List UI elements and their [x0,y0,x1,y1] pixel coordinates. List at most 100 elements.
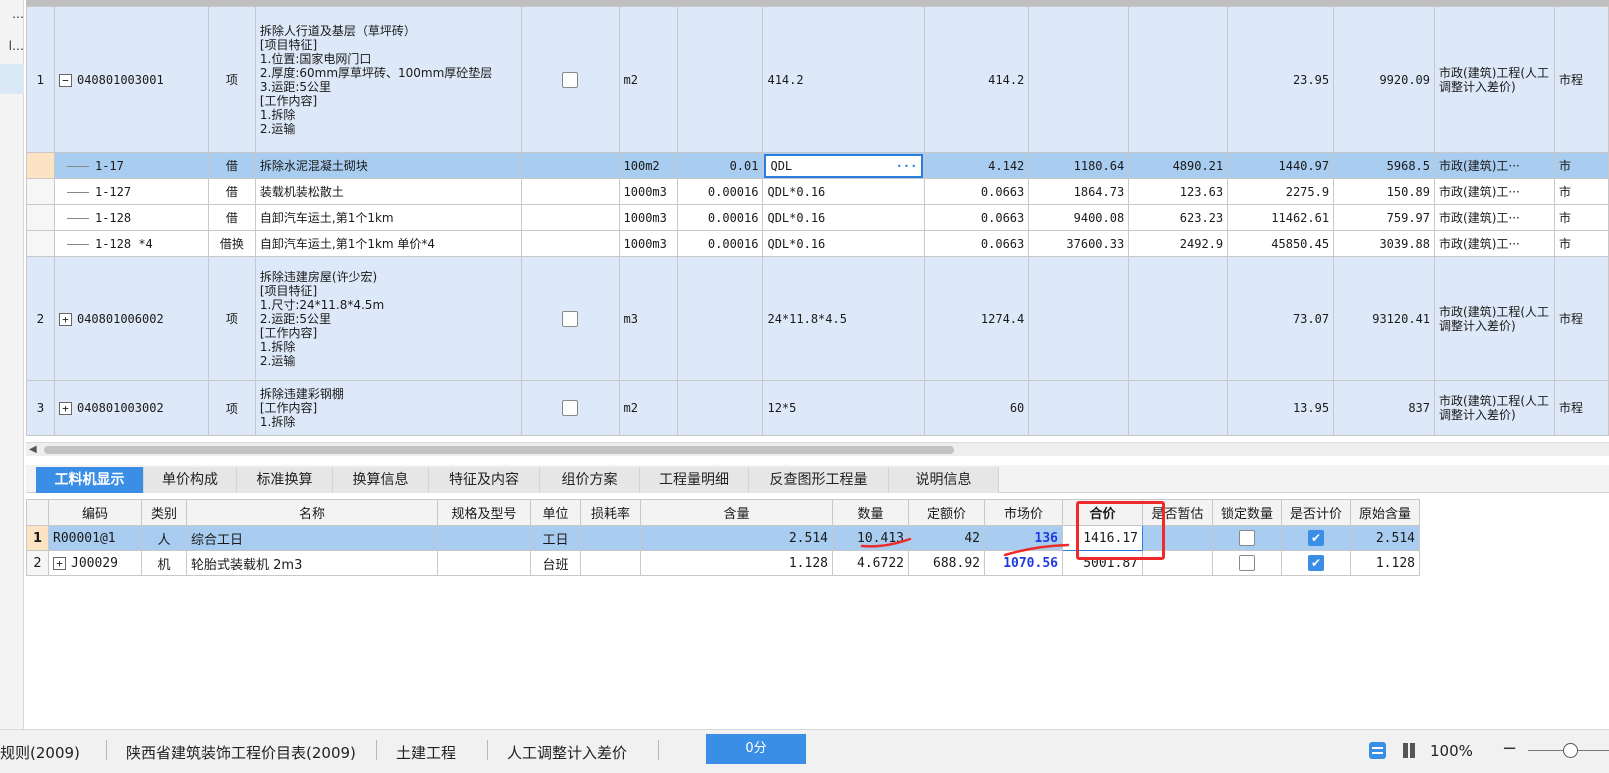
bill-code[interactable]: 1-17 [53,152,209,179]
zoom-slider-knob[interactable] [1563,743,1578,758]
formula-text[interactable]: QDL [770,159,792,173]
resource-category[interactable]: 机 [141,550,187,576]
item-type[interactable]: 项 [207,6,256,153]
row-checkbox[interactable] [562,400,579,416]
table-row[interactable]: 1 R00001@1 人 综合工日 工日 2.514 10.413 42 136… [26,525,1420,551]
combined-price[interactable]: 73.07 [1227,256,1335,381]
item-type[interactable]: 借 [207,152,256,179]
bill-item-row[interactable]: 1−040801003001 项拆除人行道及基层（草坪砖） [项目特征] 1.位置… [26,6,1609,153]
total-price[interactable]: 5968.5 [1333,152,1436,179]
item-unit[interactable]: 100m2 [618,152,678,179]
bill-code[interactable]: 1-127 [53,178,209,205]
resource-total-price[interactable]: 5001.87 [1062,550,1143,576]
column-header[interactable]: 单位 [530,499,581,526]
resource-base-price[interactable]: 688.92 [908,550,985,576]
list-view-icon[interactable] [1369,742,1386,759]
tab-reverse-graphic-quantity[interactable]: 反查图形工程量 [749,467,889,493]
resource-quantity[interactable]: 4.6722 [832,550,909,576]
priced-cell[interactable]: ✔ [1281,525,1351,551]
scrollbar-thumb[interactable] [44,446,954,454]
resource-content[interactable]: 1.128 [640,550,833,576]
labor-cost[interactable]: 4890.21 [1128,152,1229,179]
tab-conversion-info[interactable]: 换算信息 [333,467,429,493]
quantity-formula[interactable]: 414.2 [762,6,926,153]
item-quantity[interactable]: 1274.4 [924,256,1030,381]
combined-price[interactable]: 1440.97 [1227,152,1335,179]
quota-sub-row[interactable]: 1-17 借拆除水泥混凝土砌块 100m2 0.01 QDL ··· 4.142 1180.6… [26,152,1609,179]
item-quantity[interactable]: 0.0663 [924,204,1030,231]
score-progress-button[interactable]: 0分 [706,734,806,764]
item-unit[interactable]: 1000m3 [618,230,678,257]
column-header[interactable]: 名称 [186,499,438,526]
check-icon[interactable]: ✔ [1308,555,1324,571]
resource-code[interactable]: R00001@1 [48,525,142,551]
resource-total-price[interactable]: 1416.17 [1062,525,1143,551]
checkbox-cell[interactable] [520,152,620,179]
item-quantity[interactable]: 0.0663 [924,230,1030,257]
tab-standard-conversion[interactable]: 标准换算 [237,467,333,493]
unit-price[interactable]: 1864.73 [1028,178,1130,205]
labor-cost[interactable] [1128,256,1229,381]
labor-cost[interactable] [1128,380,1229,436]
unit-price[interactable] [1028,256,1130,381]
unit-price[interactable] [1028,380,1130,436]
status-labor-adjustment[interactable]: 人工调整计入差价 [507,742,627,763]
combined-price[interactable]: 23.95 [1227,6,1335,153]
resource-provisional[interactable] [1142,525,1213,551]
unit-price[interactable] [1028,6,1130,153]
check-icon[interactable]: ✔ [1308,530,1324,546]
item-name[interactable]: 拆除人行道及基层（草坪砖） [项目特征] 1.位置:国家电网门口 2.厚度:60… [254,6,522,153]
checkbox-cell[interactable] [520,6,620,153]
column-header-total[interactable]: 合价 [1062,499,1143,526]
bill-item-row[interactable]: 3 +040801003002 项拆除违建彩钢棚 [工作内容] 1.拆除 m2 12*5… [26,380,1609,436]
column-header[interactable]: 类别 [141,499,187,526]
labor-cost[interactable]: 123.63 [1128,178,1229,205]
left-panel-item[interactable]: … [0,0,24,28]
unit-price[interactable]: 37600.33 [1028,230,1130,257]
checkbox-cell[interactable] [520,380,620,436]
tab-labor-material-machine[interactable]: 工料机显示 [36,467,144,493]
bill-code[interactable]: 1-128 [53,204,209,231]
tab-description-info[interactable]: 说明信息 [889,467,999,493]
fee-category[interactable]: 市政(建筑)工程(人工调整计入差价) [1434,256,1555,381]
unit-price[interactable]: 9400.08 [1028,204,1130,231]
column-header[interactable]: 编码 [48,499,142,526]
item-type[interactable]: 借 [207,178,256,205]
quantity-coefficient[interactable]: 0.01 [676,152,764,179]
column-header[interactable]: 锁定数量 [1212,499,1282,526]
lock-quantity-cell[interactable] [1212,525,1282,551]
formula-editor[interactable]: QDL ··· [764,153,924,178]
bill-item-row[interactable]: 2 +040801006002 项拆除违建房屋(许少宏) [项目特征] 1.尺寸:2… [26,256,1609,381]
resource-unit[interactable]: 台班 [530,550,581,576]
bill-code[interactable]: 1-128 *4 [53,230,209,257]
item-name[interactable]: 拆除水泥混凝土砌块 [254,152,522,179]
resource-market-price[interactable]: 136 [984,525,1063,551]
quota-sub-row[interactable]: 1-128 *4 借换 自卸汽车运土,第1个1km 单价*4 1000m3 0.0001… [26,230,1609,257]
column-header[interactable]: 含量 [640,499,833,526]
column-header[interactable]: 定额价 [908,499,985,526]
checkbox-cell[interactable] [520,230,620,257]
quantity-formula[interactable]: QDL ··· [762,152,926,179]
lock-quantity-cell[interactable] [1212,550,1282,576]
plus-box-icon[interactable]: + [58,402,72,415]
item-unit[interactable]: m2 [618,380,678,436]
item-unit[interactable]: m2 [618,6,678,153]
column-view-icon[interactable] [1402,742,1417,759]
resource-name[interactable]: 综合工日 [186,525,438,551]
total-price[interactable]: 759.97 [1333,204,1436,231]
scroll-left-arrow-icon[interactable]: ◀ [29,444,37,455]
unit-price[interactable]: 1180.64 [1028,152,1130,179]
quota-sub-row[interactable]: 1-128 借自卸汽车运土,第1个1km 1000m3 0.00016 QDL*0.16… [26,204,1609,231]
quantity-formula[interactable]: 24*11.8*4.5 [762,256,926,381]
lock-quantity-checkbox[interactable] [1239,530,1255,546]
column-header[interactable]: 市场价 [984,499,1063,526]
status-project-type[interactable]: 土建工程 [396,742,456,763]
resource-quantity[interactable]: 10.413 [832,525,909,551]
quantity-coefficient[interactable]: 0.00016 [676,178,764,205]
combined-price[interactable]: 11462.61 [1227,204,1335,231]
quantity-coefficient[interactable]: 0.00016 [676,230,764,257]
item-name[interactable]: 装载机装松散土 [254,178,522,205]
item-type[interactable]: 项 [207,256,256,381]
item-type[interactable]: 借换 [207,230,256,257]
resource-loss-rate[interactable] [580,550,641,576]
